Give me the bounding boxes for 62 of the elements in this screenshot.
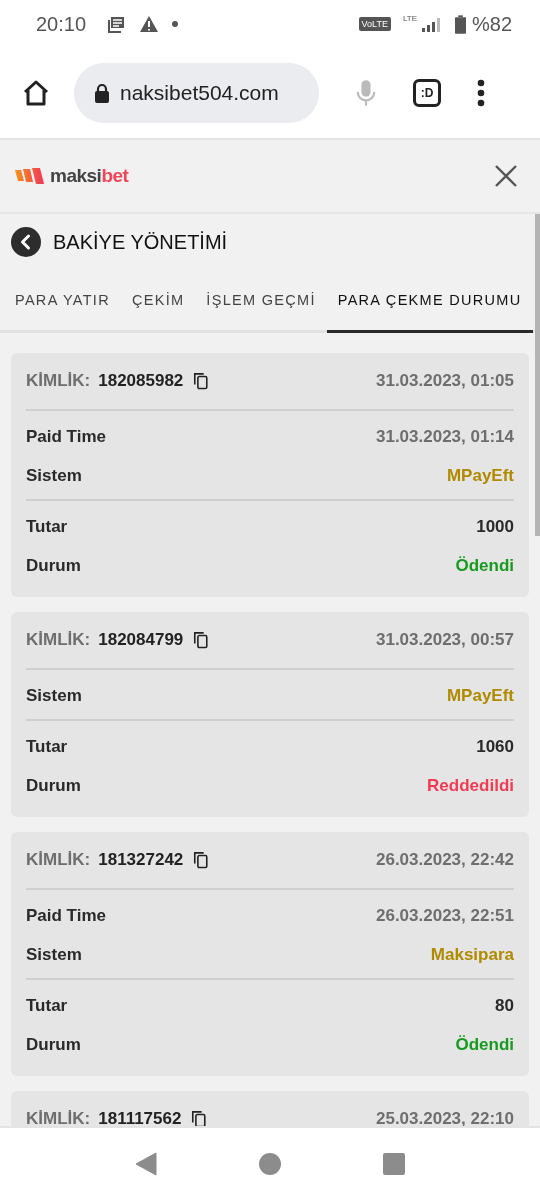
id-value: 181327242 — [98, 850, 184, 870]
logo-text: maksibet — [50, 165, 129, 187]
field-value: 26.03.2023, 22:51 — [376, 905, 514, 926]
field-label: Tutar — [26, 995, 68, 1016]
warning-icon — [138, 14, 161, 34]
battery-icon — [454, 14, 466, 34]
lock-icon — [94, 83, 110, 103]
copy-icon[interactable] — [193, 631, 210, 649]
field-label: Tutar — [26, 516, 68, 537]
copy-icon[interactable] — [191, 1110, 208, 1126]
id-label: KİMLİK: — [26, 850, 91, 870]
tab[interactable]: ÇEKİM — [120, 270, 196, 333]
news-icon — [106, 14, 127, 34]
dot-icon — [172, 21, 179, 27]
close-icon[interactable] — [494, 164, 518, 188]
back-icon[interactable] — [135, 1152, 157, 1176]
page-title: BAKİYE YÖNETİMİ — [53, 230, 228, 254]
address-bar[interactable]: naksibet504.com — [74, 63, 319, 123]
tab[interactable]: PARA ÇEKME DURUMU — [326, 270, 533, 333]
tab[interactable]: İŞLEM GEÇMİ — [195, 270, 327, 333]
field-value: 31.03.2023, 01:14 — [376, 426, 514, 447]
field-value: 1000 — [476, 516, 514, 537]
id-label: KİMLİK: — [26, 1109, 91, 1126]
field-label: Paid Time — [26, 905, 106, 926]
id-label: KİMLİK: — [26, 630, 91, 650]
copy-icon[interactable] — [193, 851, 210, 869]
date-text: 31.03.2023, 00:57 — [376, 630, 514, 650]
date-text: 25.03.2023, 22:10 — [376, 1109, 514, 1126]
field-value: Reddedildi — [427, 775, 514, 796]
id-value: 181117562 — [98, 1109, 182, 1126]
field-label: Sistem — [26, 944, 82, 965]
network-type: LTE — [402, 14, 417, 23]
field-label: Tutar — [26, 736, 68, 757]
volte-badge: VoLTE — [358, 17, 391, 31]
battery-percent: %82 — [471, 12, 512, 36]
id-value: 182085982 — [98, 371, 184, 391]
id-value: 182084799 — [98, 630, 184, 650]
field-label: Paid Time — [26, 426, 106, 447]
tab-switcher-button[interactable]: :D — [413, 79, 441, 107]
field-label: Durum — [26, 555, 81, 576]
field-label: Sistem — [26, 685, 82, 706]
field-label: Durum — [26, 775, 81, 796]
tab[interactable]: PARA YATIR — [4, 270, 121, 333]
back-button[interactable] — [11, 227, 41, 257]
id-label: KİMLİK: — [26, 371, 91, 391]
field-label: Sistem — [26, 465, 82, 486]
field-value: Ödendi — [455, 1034, 514, 1055]
signal-icon — [420, 16, 443, 32]
date-text: 26.03.2023, 22:42 — [376, 850, 514, 870]
field-value: 1060 — [476, 736, 514, 757]
field-value: MPayEft — [446, 465, 514, 486]
menu-icon[interactable] — [477, 79, 485, 107]
status-time: 20:10 — [36, 12, 87, 36]
field-value: 80 — [495, 995, 514, 1016]
home-icon[interactable] — [22, 79, 50, 107]
date-text: 31.03.2023, 01:05 — [376, 371, 514, 391]
field-value: Ödendi — [455, 555, 514, 576]
field-value: MPayEft — [446, 685, 514, 706]
field-value: Maksipara — [430, 944, 514, 965]
field-label: Durum — [26, 1034, 81, 1055]
copy-icon[interactable] — [193, 372, 210, 390]
scrollbar[interactable] — [535, 214, 540, 536]
